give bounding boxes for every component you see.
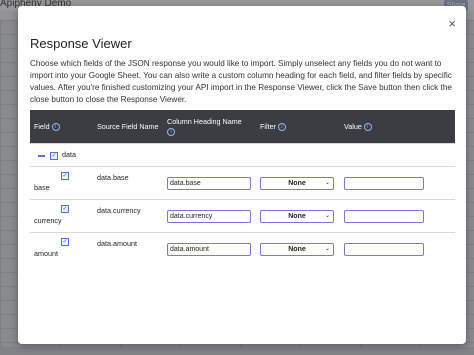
source-field-name: data.amount bbox=[97, 239, 137, 248]
caret-icon: ⌄ bbox=[324, 179, 330, 186]
fields-table: Field i Source Field Name Column Heading … bbox=[30, 110, 455, 265]
heading-cell: data.amount bbox=[163, 232, 256, 265]
field-label: amount bbox=[34, 249, 58, 258]
value-input[interactable] bbox=[344, 209, 424, 223]
filter-select[interactable]: None ⌄ bbox=[260, 209, 334, 223]
filter-select[interactable]: None ⌄ bbox=[260, 176, 334, 190]
checkbox-icon[interactable]: ✓ bbox=[61, 205, 69, 213]
header-field: Field i bbox=[30, 110, 93, 144]
value-input[interactable] bbox=[344, 242, 424, 256]
column-heading-input[interactable]: data.amount bbox=[167, 242, 251, 256]
heading-cell: data.currency bbox=[163, 199, 256, 233]
source-cell: data.base bbox=[93, 166, 163, 200]
header-heading-label: Column Heading Name bbox=[167, 116, 242, 126]
filter-cell: None ⌄ bbox=[256, 166, 340, 200]
filter-select[interactable]: None ⌄ bbox=[260, 242, 334, 256]
table-row: ✓ currency data.currency data.currency N… bbox=[30, 199, 455, 233]
table-header-row: Field i Source Field Name Column Heading … bbox=[30, 110, 455, 144]
info-icon[interactable]: i bbox=[51, 122, 60, 131]
checkbox-icon[interactable]: ✓ bbox=[61, 172, 69, 180]
header-field-label: Field bbox=[34, 121, 50, 131]
filter-select-value: None bbox=[288, 245, 306, 253]
modal-title: Response Viewer bbox=[30, 36, 132, 51]
info-icon[interactable]: i bbox=[167, 127, 175, 136]
value-input[interactable] bbox=[344, 176, 424, 190]
header-source-label: Source Field Name bbox=[97, 121, 159, 131]
value-cell bbox=[340, 166, 455, 200]
field-label: base bbox=[34, 183, 50, 192]
info-icon[interactable]: i bbox=[277, 122, 286, 131]
filter-select-value: None bbox=[288, 212, 306, 220]
filter-select-value: None bbox=[288, 179, 306, 187]
value-cell bbox=[340, 199, 455, 233]
header-filter-label: Filter bbox=[260, 121, 276, 131]
collapse-icon[interactable] bbox=[38, 154, 45, 157]
heading-cell: data.base bbox=[163, 166, 256, 200]
value-cell bbox=[340, 232, 455, 265]
header-column-heading-name: Column Heading Name i bbox=[163, 110, 256, 144]
caret-icon: ⌄ bbox=[324, 245, 330, 252]
table-row-root: ✓ data bbox=[30, 143, 455, 167]
field-cell: ✓ base bbox=[30, 166, 93, 200]
header-filter: Filter i bbox=[256, 110, 340, 144]
header-value: Value i bbox=[340, 110, 455, 144]
root-field-label: data bbox=[62, 150, 76, 160]
source-cell: data.currency bbox=[93, 199, 163, 233]
table-row: ✓ amount data.amount data.amount None ⌄ bbox=[30, 232, 455, 265]
field-cell: ✓ amount bbox=[30, 232, 93, 265]
modal-description: Choose which fields of the JSON response… bbox=[30, 59, 452, 104]
column-heading-input[interactable]: data.currency bbox=[167, 209, 251, 223]
header-source-field-name: Source Field Name bbox=[93, 110, 163, 144]
field-label: currency bbox=[34, 216, 62, 225]
header-value-label: Value bbox=[344, 121, 362, 131]
filter-cell: None ⌄ bbox=[256, 199, 340, 233]
field-cell: ✓ currency bbox=[30, 199, 93, 233]
checkbox-icon[interactable]: ✓ bbox=[50, 151, 58, 160]
source-field-name: data.currency bbox=[97, 206, 141, 215]
filter-cell: None ⌄ bbox=[256, 232, 340, 265]
caret-icon: ⌄ bbox=[324, 212, 330, 219]
table-row: ✓ base data.base data.base None ⌄ bbox=[30, 166, 455, 200]
root-field-cell: ✓ data bbox=[30, 143, 93, 167]
close-icon[interactable]: × bbox=[448, 17, 456, 30]
source-cell: data.amount bbox=[93, 232, 163, 265]
response-viewer-modal: × Response Viewer Choose which fields of… bbox=[18, 6, 466, 344]
column-heading-input[interactable]: data.base bbox=[167, 176, 251, 190]
info-icon[interactable]: i bbox=[363, 122, 372, 131]
checkbox-icon[interactable]: ✓ bbox=[61, 238, 69, 246]
source-field-name: data.base bbox=[97, 173, 129, 182]
